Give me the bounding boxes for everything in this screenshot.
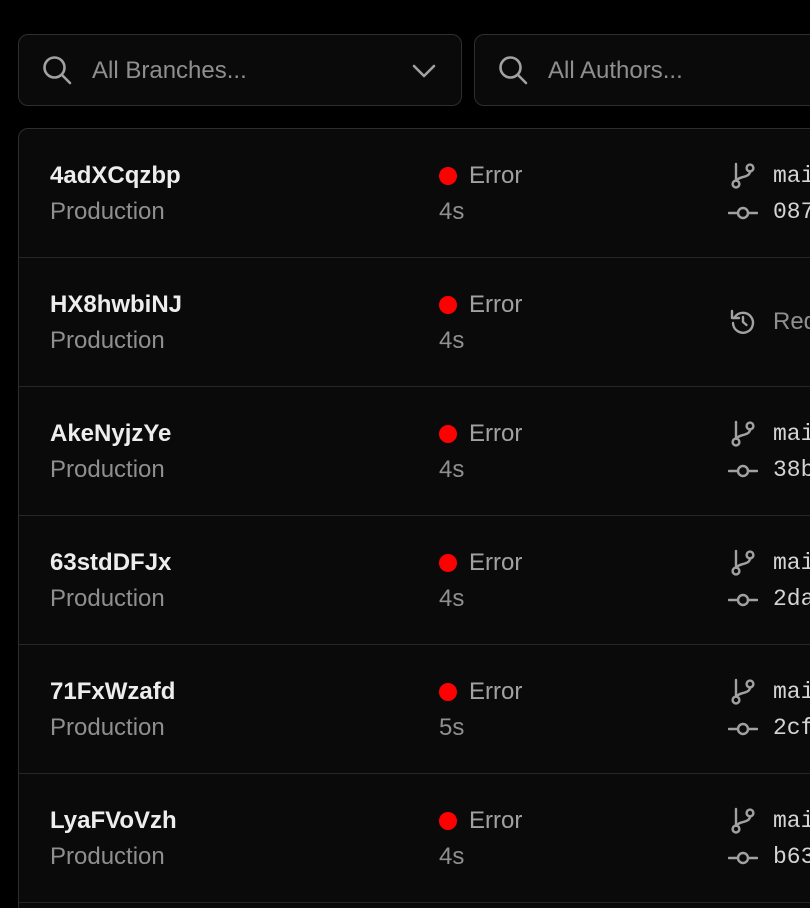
deployment-row[interactable]: AkeNyjzYe Production Error 4s mai 38b [19, 387, 810, 516]
deployment-id[interactable]: LyaFVoVzh [50, 807, 177, 835]
deployment-row[interactable]: 71FxWzafd Production Error 5s mai 2cf [19, 645, 810, 774]
deployment-commit[interactable]: 2cf [773, 714, 810, 742]
deployment-id[interactable]: HX8hwbiNJ [50, 291, 182, 319]
deployment-duration: 4s [439, 456, 465, 483]
redeploy-icon [730, 309, 755, 334]
deployment-status: Error [469, 678, 523, 705]
deployment-duration: 4s [439, 585, 465, 612]
deployment-branch[interactable]: mai [773, 549, 810, 577]
deployment-environment: Production [50, 585, 165, 612]
deployment-row[interactable]: 63stdDFJx Production Error 4s mai 2da [19, 516, 810, 645]
deployment-id[interactable]: 63stdDFJx [50, 549, 171, 577]
git-commit-icon [728, 593, 758, 607]
deployment-commit[interactable]: b63 [773, 843, 810, 871]
deployment-status: Error [469, 420, 523, 447]
error-status-dot [439, 167, 457, 185]
git-branch-icon [731, 549, 755, 576]
chevron-down-icon [412, 64, 436, 78]
deployment-duration: 4s [439, 327, 465, 354]
deployment-duration: 4s [439, 843, 465, 870]
branch-filter-select[interactable]: All Branches... [18, 34, 462, 106]
branch-filter-placeholder: All Branches... [92, 57, 247, 84]
error-status-dot [439, 554, 457, 572]
deployment-status: Error [469, 291, 523, 318]
search-icon [499, 56, 528, 85]
deployment-row[interactable]: 4adXCqzbp Production Error 4s mai 087 [19, 129, 810, 258]
deployment-environment: Production [50, 198, 165, 225]
author-filter-placeholder: All Authors... [548, 57, 683, 84]
deployment-commit[interactable]: 38b [773, 456, 810, 484]
deployment-id[interactable]: 4adXCqzbp [50, 162, 181, 190]
git-commit-icon [728, 851, 758, 865]
deployment-branch[interactable]: mai [773, 807, 810, 835]
deployment-environment: Production [50, 843, 165, 870]
deployment-status: Error [469, 807, 523, 834]
git-branch-icon [731, 807, 755, 834]
deployment-id[interactable]: AkeNyjzYe [50, 420, 171, 448]
search-icon [43, 56, 72, 85]
git-commit-icon [728, 206, 758, 220]
deployment-branch[interactable]: mai [773, 678, 810, 706]
deployment-status: Error [469, 549, 523, 576]
deployment-id[interactable]: 71FxWzafd [50, 678, 175, 706]
deployment-branch[interactable]: mai [773, 420, 810, 448]
deployment-list: 4adXCqzbp Production Error 4s mai 087 HX… [18, 128, 810, 908]
deployments-page: All Branches... All Authors... 4adXCqzbp… [0, 0, 810, 908]
git-commit-icon [728, 464, 758, 478]
deployment-duration: 5s [439, 714, 465, 741]
error-status-dot [439, 812, 457, 830]
deployment-commit[interactable]: 2da [773, 585, 810, 613]
deployment-branch[interactable]: mai [773, 162, 810, 190]
author-filter-input[interactable]: All Authors... [474, 34, 810, 106]
error-status-dot [439, 296, 457, 314]
git-branch-icon [731, 162, 755, 189]
git-commit-icon [728, 722, 758, 736]
deployment-environment: Production [50, 714, 165, 741]
git-branch-icon [731, 420, 755, 447]
deployment-row[interactable]: HX8hwbiNJ Production Error 4s Red [19, 258, 810, 387]
deployment-status: Error [469, 162, 523, 189]
deployment-environment: Production [50, 327, 165, 354]
error-status-dot [439, 683, 457, 701]
deployment-commit[interactable]: 087 [773, 198, 810, 226]
deployment-row[interactable]: LyaFVoVzh Production Error 4s mai b63 [19, 774, 810, 903]
redeploy-label: Red [773, 308, 810, 335]
deployment-environment: Production [50, 456, 165, 483]
git-branch-icon [731, 678, 755, 705]
error-status-dot [439, 425, 457, 443]
deployment-duration: 4s [439, 198, 465, 225]
